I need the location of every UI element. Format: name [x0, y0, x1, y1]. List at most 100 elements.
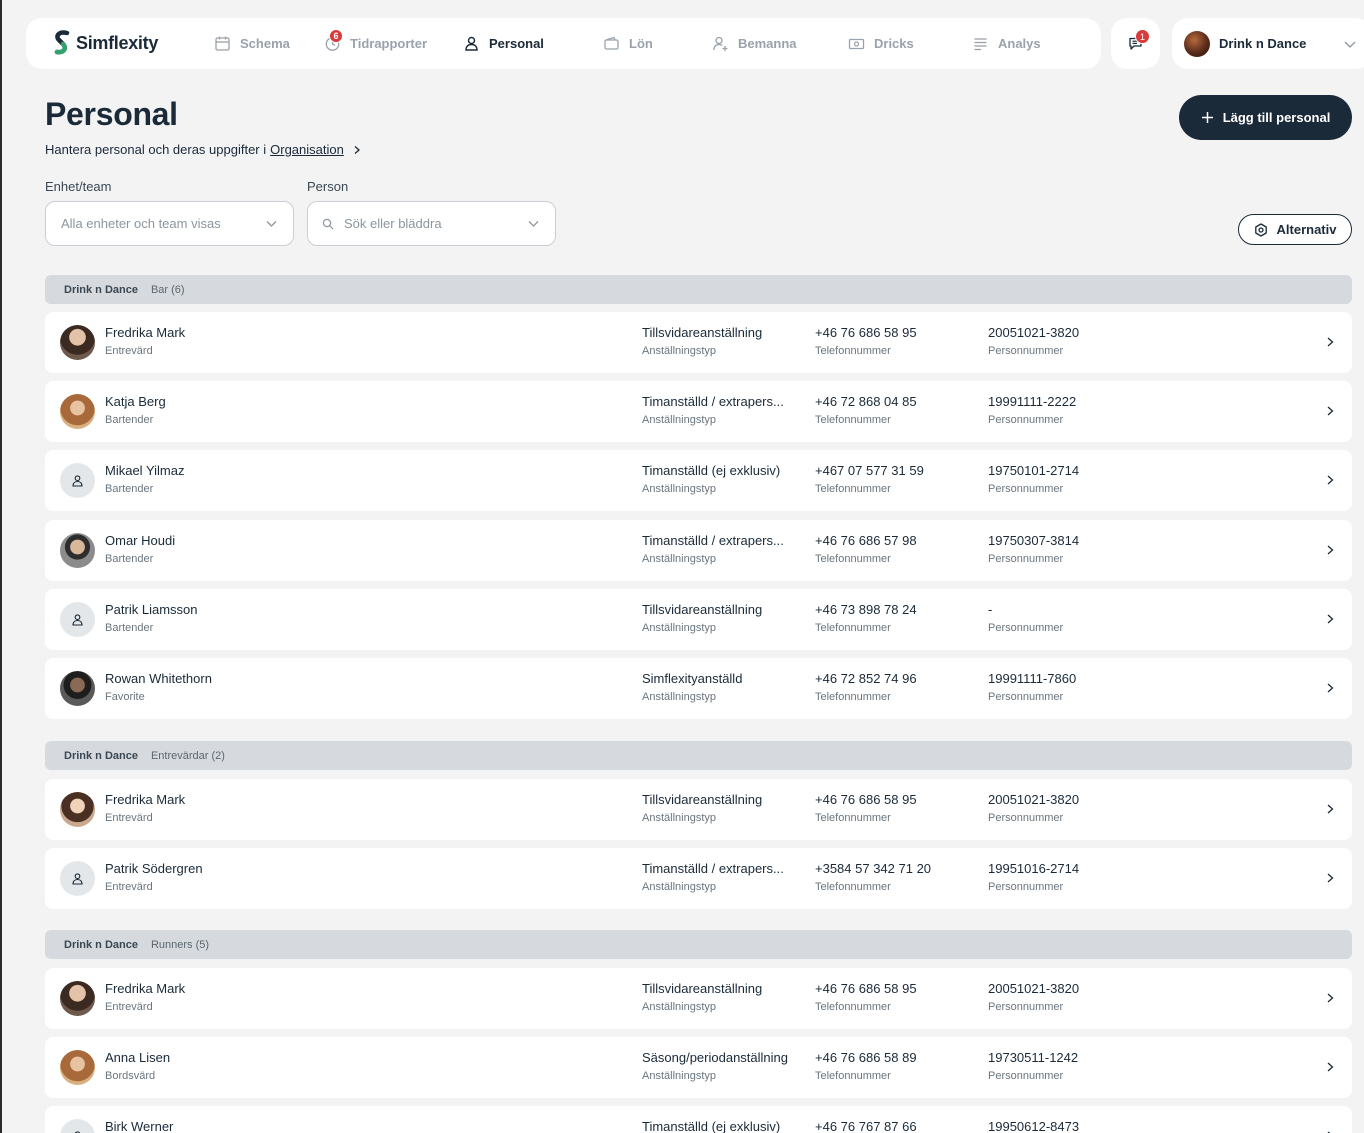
avatar	[60, 981, 95, 1016]
organisation-link[interactable]: Organisation	[270, 142, 344, 157]
personal-number-caption: Personnummer	[988, 691, 1064, 703]
plus-icon	[1201, 112, 1213, 123]
page-subtitle: Hantera personal och deras uppgifter i O…	[45, 142, 362, 157]
subtitle-text: Hantera personal och deras uppgifter i	[45, 142, 267, 157]
employment-type-caption: Anställningstyp	[642, 691, 716, 703]
employment-type-caption: Anställningstyp	[642, 553, 716, 565]
table-row[interactable]: Mikael Yilmaz Bartender Timanställd (ej ex…	[45, 450, 1352, 511]
logo-text: Simflexity	[76, 32, 159, 53]
unit-team-select[interactable]: Alla enheter och team visas	[45, 201, 294, 246]
table-row[interactable]: Patrik Liamsson Bartender Tillsvidareanstä…	[45, 589, 1352, 650]
group-org: Drink n Dance	[64, 749, 138, 762]
avatar-placeholder	[60, 861, 95, 896]
employment-type: Timanställd (ej exklusiv)	[642, 1119, 781, 1133]
cash-icon	[848, 38, 865, 50]
phone-number: +46 76 686 58 95	[815, 981, 917, 996]
page-title: Personal	[45, 96, 178, 132]
personal-number: 19991111-7860	[988, 671, 1077, 686]
options-button[interactable]: Alternativ	[1238, 214, 1352, 245]
group-header: Drink n Dance Entrevärdar (2)	[45, 741, 1352, 770]
chevron-right-icon	[1327, 614, 1334, 624]
add-personnel-button[interactable]: Lägg till personal	[1179, 95, 1352, 140]
nav-item-tidrapporter[interactable]: 6 Tidrapporter	[324, 18, 427, 69]
nav-item-personal[interactable]: Personal	[463, 18, 544, 69]
person-name: Anna Lisen	[105, 1050, 171, 1065]
simflexity-logo-icon	[54, 30, 70, 55]
person-name: Birk Werner	[105, 1119, 174, 1133]
table-row[interactable]: Patrik Södergren Entrevärd Timanställd / e…	[45, 848, 1352, 909]
person-role: Bartender	[105, 622, 154, 634]
person-icon	[72, 614, 83, 626]
add-personnel-label: Lägg till personal	[1222, 110, 1331, 125]
nav-item-analys[interactable]: Analys	[972, 18, 1041, 69]
person-name: Fredrika Mark	[105, 981, 186, 996]
employment-type: Simflexityanställd	[642, 671, 743, 686]
person-name: Fredrika Mark	[105, 325, 186, 340]
messages-button[interactable]: 1	[1111, 18, 1160, 69]
phone-number: +46 76 686 57 98	[815, 533, 917, 548]
phone-number: +467 07 577 31 59	[815, 463, 924, 478]
logo[interactable]: Simflexity	[52, 30, 158, 56]
personal-number: 20051021-3820	[988, 981, 1080, 996]
table-row[interactable]: Birk WernerTimanställd (ej exklusiv)Anst…	[45, 1106, 1352, 1133]
nav-item-label: Tidrapporter	[350, 36, 428, 51]
nav-item-label: Analys	[998, 36, 1041, 51]
phone-number: +46 76 686 58 95	[815, 792, 917, 807]
person-icon	[465, 36, 478, 51]
person-name: Patrik Södergren	[105, 861, 203, 876]
table-row[interactable]: Rowan Whitethorn Favorite Simflexityanstäl…	[45, 658, 1352, 719]
chevron-right-icon	[1327, 545, 1334, 555]
phone-number: +3584 57 342 71 20	[815, 861, 932, 876]
person-name: Patrik Liamsson	[105, 602, 198, 617]
organisation-avatar	[1184, 31, 1210, 57]
nav-item-lon[interactable]: Lön	[603, 18, 653, 69]
employment-type-caption: Anställningstyp	[642, 483, 716, 495]
table-row[interactable]: Fredrika Mark Entrevärd Tillsvidareanställ…	[45, 968, 1352, 1029]
unit-filter-label: Enhet/team	[45, 179, 112, 194]
phone-number-caption: Telefonnummer	[815, 1001, 891, 1013]
table-row[interactable]: Katja Berg Bartender Timanställd / extrape…	[45, 381, 1352, 442]
personal-number: 19730511-1242	[988, 1050, 1079, 1065]
person-icon	[72, 873, 83, 885]
personal-number: 19950612-8473	[988, 1119, 1080, 1133]
person-role: Bartender	[105, 414, 154, 426]
avatar-placeholder	[60, 602, 95, 637]
nav-item-bemanna[interactable]: Bemanna	[712, 18, 797, 69]
group-header: Drink n Dance Runners (5)	[45, 930, 1352, 959]
person-icon	[72, 475, 83, 487]
table-row[interactable]: Fredrika Mark Entrevärd Tillsvidareanställ…	[45, 312, 1352, 373]
phone-number-caption: Telefonnummer	[815, 881, 891, 893]
person-name: Mikael Yilmaz	[105, 463, 185, 478]
top-navigation: Simflexity Schema 6 Tidrapporter Persona…	[26, 18, 1101, 69]
settings-icon	[1254, 222, 1267, 237]
person-search-placeholder: Sök eller bläddra	[344, 216, 442, 231]
organisation-name: Drink n Dance	[1219, 36, 1307, 51]
person-name: Rowan Whitethorn	[105, 671, 212, 686]
personal-number-caption: Personnummer	[988, 1001, 1064, 1013]
personal-number-caption: Personnummer	[988, 483, 1064, 495]
personal-number-caption: Personnummer	[988, 1070, 1064, 1082]
nav-item-dricks[interactable]: Dricks	[848, 18, 914, 69]
employment-type: Timanställd / extrapers...	[642, 533, 784, 548]
person-role: Entrevärd	[105, 812, 153, 824]
avatar	[60, 1050, 95, 1085]
wallet-icon	[604, 36, 619, 50]
organisation-switcher[interactable]: Drink n Dance	[1172, 18, 1364, 69]
employment-type-caption: Anställningstyp	[642, 345, 716, 357]
personal-number: 19951016-2714	[988, 861, 1080, 876]
table-row[interactable]: Fredrika Mark Entrevärd Tillsvidareanställ…	[45, 779, 1352, 840]
unit-team-value: Alla enheter och team visas	[61, 216, 221, 231]
nav-item-schema[interactable]: Schema	[214, 18, 290, 69]
group-org: Drink n Dance	[64, 283, 138, 296]
phone-number-caption: Telefonnummer	[815, 483, 891, 495]
table-row[interactable]: Anna Lisen Bordsvärd Säsong/periodanställn…	[45, 1037, 1352, 1098]
person-role: Favorite	[105, 691, 145, 703]
phone-number: +46 72 852 74 96	[815, 671, 917, 686]
personal-number: 19750101-2714	[988, 463, 1080, 478]
nav-item-label: Personal	[489, 36, 544, 51]
person-search-select[interactable]: Sök eller bläddra	[307, 201, 556, 246]
employment-type-caption: Anställningstyp	[642, 1001, 716, 1013]
chevron-right-icon	[1327, 683, 1334, 693]
table-row[interactable]: Omar Houdi Bartender Timanställd / extrape…	[45, 520, 1352, 581]
phone-number: +46 76 686 58 95	[815, 325, 917, 340]
